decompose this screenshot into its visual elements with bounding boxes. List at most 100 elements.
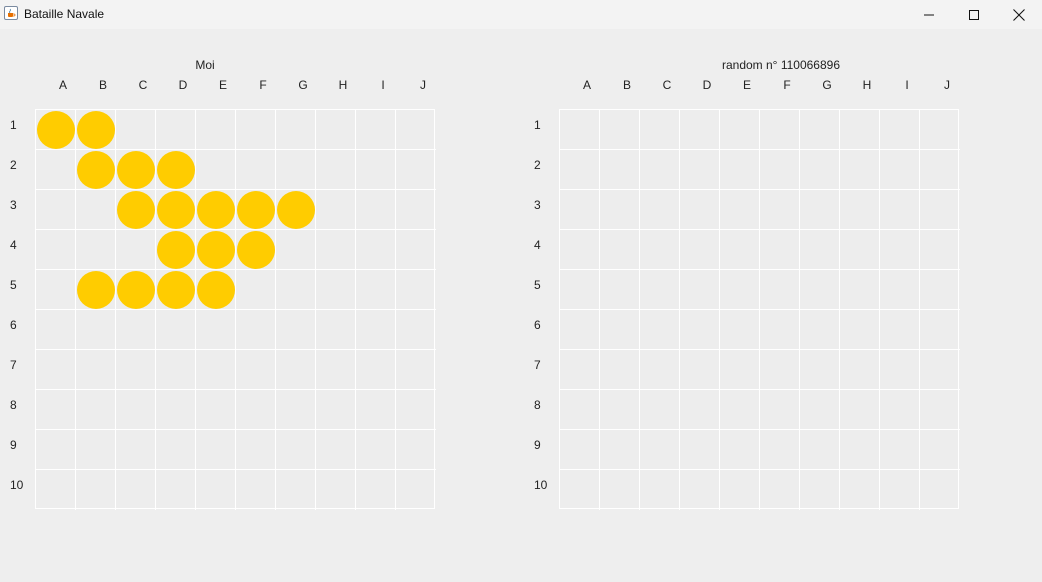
close-button[interactable]: [996, 0, 1042, 29]
opponent-cell-a10[interactable]: [560, 470, 600, 510]
opponent-cell-d7[interactable]: [680, 350, 720, 390]
opponent-cell-d5[interactable]: [680, 270, 720, 310]
opponent-cell-a8[interactable]: [560, 390, 600, 430]
opponent-cell-i1[interactable]: [880, 110, 920, 150]
opponent-cell-f8[interactable]: [760, 390, 800, 430]
opponent-cell-j2[interactable]: [920, 150, 960, 190]
opponent-cell-d1[interactable]: [680, 110, 720, 150]
opponent-cell-g3[interactable]: [800, 190, 840, 230]
opponent-cell-d2[interactable]: [680, 150, 720, 190]
opponent-cell-f6[interactable]: [760, 310, 800, 350]
opponent-cell-i9[interactable]: [880, 430, 920, 470]
opponent-cell-c4[interactable]: [640, 230, 680, 270]
opponent-cell-h3[interactable]: [840, 190, 880, 230]
opponent-cell-i5[interactable]: [880, 270, 920, 310]
opponent-cell-b8[interactable]: [600, 390, 640, 430]
opponent-cell-i10[interactable]: [880, 470, 920, 510]
opponent-cell-c10[interactable]: [640, 470, 680, 510]
opponent-cell-c3[interactable]: [640, 190, 680, 230]
opponent-cell-f3[interactable]: [760, 190, 800, 230]
opponent-cell-c6[interactable]: [640, 310, 680, 350]
opponent-cell-b5[interactable]: [600, 270, 640, 310]
opponent-cell-e2[interactable]: [720, 150, 760, 190]
opponent-cell-i2[interactable]: [880, 150, 920, 190]
opponent-cell-j1[interactable]: [920, 110, 960, 150]
opponent-cell-h1[interactable]: [840, 110, 880, 150]
opponent-cell-e10[interactable]: [720, 470, 760, 510]
opponent-cell-i8[interactable]: [880, 390, 920, 430]
opponent-cell-i3[interactable]: [880, 190, 920, 230]
opponent-cell-b2[interactable]: [600, 150, 640, 190]
opponent-cell-a5[interactable]: [560, 270, 600, 310]
opponent-cell-f5[interactable]: [760, 270, 800, 310]
opponent-cell-e1[interactable]: [720, 110, 760, 150]
opponent-cell-a1[interactable]: [560, 110, 600, 150]
opponent-cell-g5[interactable]: [800, 270, 840, 310]
opponent-cell-h10[interactable]: [840, 470, 880, 510]
opponent-cell-g4[interactable]: [800, 230, 840, 270]
opponent-cell-d4[interactable]: [680, 230, 720, 270]
opponent-cell-e8[interactable]: [720, 390, 760, 430]
opponent-cell-h5[interactable]: [840, 270, 880, 310]
opponent-cell-b4[interactable]: [600, 230, 640, 270]
opponent-cell-i4[interactable]: [880, 230, 920, 270]
opponent-cell-g6[interactable]: [800, 310, 840, 350]
opponent-cell-a3[interactable]: [560, 190, 600, 230]
opponent-cell-a4[interactable]: [560, 230, 600, 270]
opponent-cell-c1[interactable]: [640, 110, 680, 150]
opponent-cell-g9[interactable]: [800, 430, 840, 470]
opponent-cell-d6[interactable]: [680, 310, 720, 350]
opponent-cell-h9[interactable]: [840, 430, 880, 470]
opponent-cell-j7[interactable]: [920, 350, 960, 390]
opponent-cell-e5[interactable]: [720, 270, 760, 310]
opponent-cell-j6[interactable]: [920, 310, 960, 350]
opponent-cell-a2[interactable]: [560, 150, 600, 190]
opponent-cell-d9[interactable]: [680, 430, 720, 470]
opponent-cell-c5[interactable]: [640, 270, 680, 310]
opponent-cell-h6[interactable]: [840, 310, 880, 350]
opponent-cell-d3[interactable]: [680, 190, 720, 230]
opponent-cell-f9[interactable]: [760, 430, 800, 470]
minimize-button[interactable]: [906, 0, 952, 29]
opponent-cell-j8[interactable]: [920, 390, 960, 430]
opponent-cell-c2[interactable]: [640, 150, 680, 190]
opponent-cell-f1[interactable]: [760, 110, 800, 150]
opponent-cell-e4[interactable]: [720, 230, 760, 270]
opponent-cell-g8[interactable]: [800, 390, 840, 430]
opponent-cell-e6[interactable]: [720, 310, 760, 350]
opponent-cell-b7[interactable]: [600, 350, 640, 390]
opponent-cell-g10[interactable]: [800, 470, 840, 510]
opponent-cell-j10[interactable]: [920, 470, 960, 510]
opponent-cell-j9[interactable]: [920, 430, 960, 470]
opponent-cell-b6[interactable]: [600, 310, 640, 350]
opponent-cell-h2[interactable]: [840, 150, 880, 190]
opponent-cell-b10[interactable]: [600, 470, 640, 510]
opponent-cell-f10[interactable]: [760, 470, 800, 510]
opponent-cell-a9[interactable]: [560, 430, 600, 470]
opponent-cell-c8[interactable]: [640, 390, 680, 430]
opponent-cell-g2[interactable]: [800, 150, 840, 190]
opponent-cell-h4[interactable]: [840, 230, 880, 270]
opponent-cell-j4[interactable]: [920, 230, 960, 270]
maximize-button[interactable]: [951, 0, 997, 29]
opponent-cell-g1[interactable]: [800, 110, 840, 150]
opponent-cell-a6[interactable]: [560, 310, 600, 350]
opponent-cell-h8[interactable]: [840, 390, 880, 430]
opponent-cell-f2[interactable]: [760, 150, 800, 190]
opponent-cell-f4[interactable]: [760, 230, 800, 270]
opponent-cell-h7[interactable]: [840, 350, 880, 390]
opponent-cell-i6[interactable]: [880, 310, 920, 350]
opponent-cell-e9[interactable]: [720, 430, 760, 470]
opponent-cell-d8[interactable]: [680, 390, 720, 430]
opponent-cell-f7[interactable]: [760, 350, 800, 390]
opponent-cell-e7[interactable]: [720, 350, 760, 390]
opponent-cell-j5[interactable]: [920, 270, 960, 310]
opponent-cell-d10[interactable]: [680, 470, 720, 510]
opponent-cell-g7[interactable]: [800, 350, 840, 390]
opponent-cell-b3[interactable]: [600, 190, 640, 230]
opponent-cell-c9[interactable]: [640, 430, 680, 470]
opponent-cell-j3[interactable]: [920, 190, 960, 230]
opponent-cell-b9[interactable]: [600, 430, 640, 470]
opponent-cell-c7[interactable]: [640, 350, 680, 390]
opponent-cell-b1[interactable]: [600, 110, 640, 150]
